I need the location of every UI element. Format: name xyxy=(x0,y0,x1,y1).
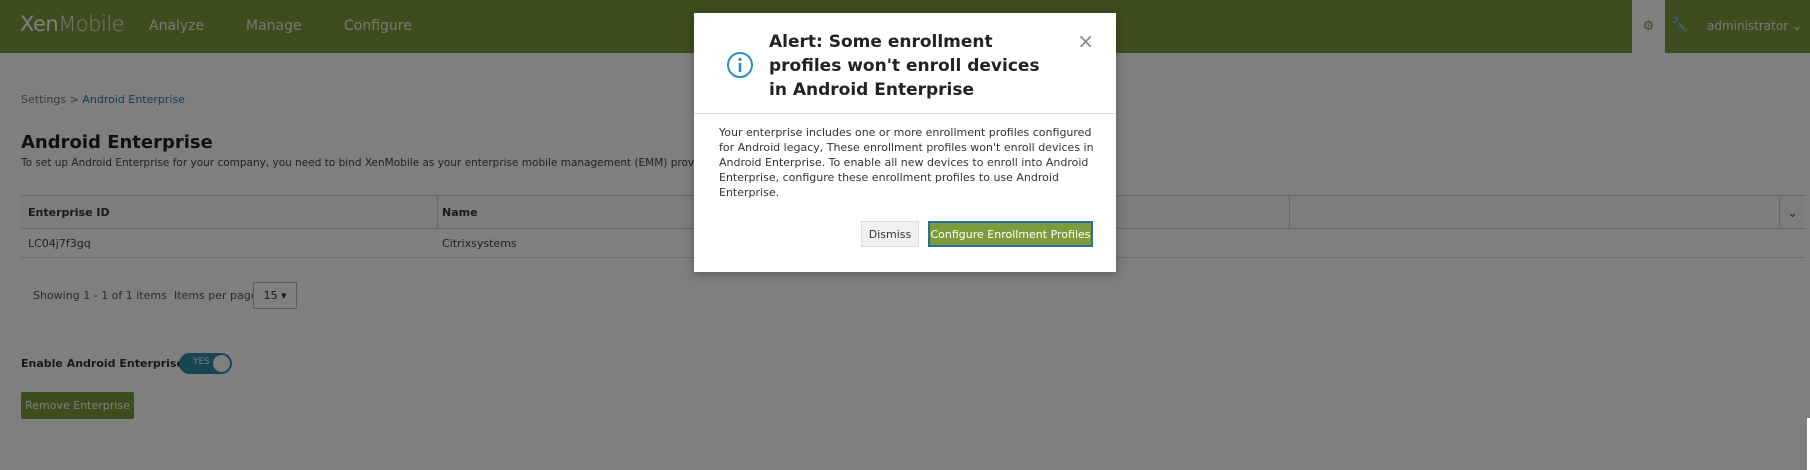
info-icon xyxy=(727,52,753,78)
dismiss-button[interactable]: Dismiss xyxy=(861,221,919,247)
configure-enrollment-profiles-button[interactable]: Configure Enrollment Profiles xyxy=(928,221,1093,247)
dialog-title: Alert: Some enrollment profiles won't en… xyxy=(769,32,1040,100)
close-icon[interactable]: × xyxy=(1077,29,1094,53)
dialog-message: Your enterprise includes one or more enr… xyxy=(719,126,1094,199)
alert-dialog: Alert: Some enrollment profiles won't en… xyxy=(694,13,1116,272)
dialog-header: Alert: Some enrollment profiles won't en… xyxy=(694,13,1116,114)
